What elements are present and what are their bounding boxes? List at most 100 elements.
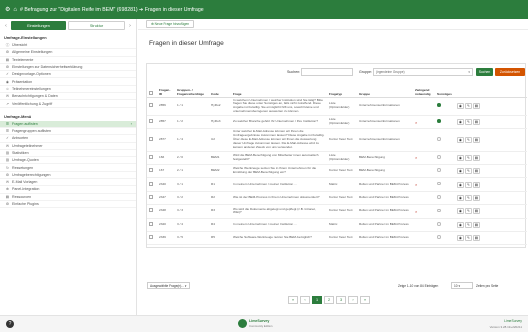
edit-icon[interactable]: ✎ <box>465 168 472 175</box>
settings-icon[interactable]: ⚙ <box>5 7 10 13</box>
eye-icon[interactable]: ◉ <box>457 194 464 201</box>
row-checkbox[interactable] <box>149 208 153 213</box>
page-button[interactable]: 1 <box>312 296 322 304</box>
row-checkbox[interactable] <box>149 154 153 159</box>
sidebar-item[interactable]: ▤ Textelemente <box>0 57 136 64</box>
delete-icon[interactable]: ▤ <box>473 103 480 110</box>
sidebar-item[interactable]: ▥ Statistiken <box>0 150 136 158</box>
search-input[interactable] <box>301 68 353 76</box>
column-header-other[interactable]: Sonstiges <box>435 80 455 98</box>
page-button[interactable]: » <box>360 296 370 304</box>
eye-icon[interactable]: ◉ <box>457 168 464 175</box>
row-checkbox[interactable] <box>149 221 153 226</box>
sidebar-item[interactable]: ☺ Teilnehmereinstellungen <box>0 86 136 94</box>
edit-icon[interactable]: ✎ <box>465 221 472 228</box>
sidebar-item[interactable]: ⓘ Übersicht <box>0 42 136 50</box>
table-row[interactable]: 2856 1 / 1 HyRo2 In welchem Unternehmen / w… <box>147 97 527 116</box>
table-row[interactable]: 2857 1 / 2 HyRo3 Zu welcher Branche gehört … <box>147 115 527 130</box>
sidebar-item[interactable]: ▤ Ressourcen <box>0 194 136 201</box>
eye-icon[interactable]: ◉ <box>457 136 464 143</box>
edit-icon[interactable]: ✎ <box>465 119 472 126</box>
row-checkbox[interactable] <box>149 195 153 200</box>
eye-icon[interactable]: ◉ <box>457 119 464 126</box>
edit-icon[interactable]: ✎ <box>465 235 472 242</box>
row-checkbox[interactable] <box>149 168 153 173</box>
column-header-mandatory[interactable]: Zwingend notwendig <box>413 80 435 98</box>
edit-icon[interactable]: ✎ <box>465 103 472 110</box>
tab-structure[interactable]: Struktur <box>68 21 125 30</box>
edit-icon[interactable]: ✎ <box>465 154 472 161</box>
edit-icon[interactable]: ✎ <box>465 181 472 188</box>
column-header-question[interactable]: Frage <box>231 80 327 98</box>
column-header-group[interactable]: Gruppe <box>357 80 413 98</box>
delete-icon[interactable]: ▤ <box>473 119 480 126</box>
eye-icon[interactable]: ◉ <box>457 235 464 242</box>
sidebar-item[interactable]: ⚙ Umfrageberechtigungen <box>0 172 136 180</box>
sidebar-item[interactable]: ☰ Fragen auflisten › <box>0 120 136 128</box>
page-button[interactable]: « <box>288 296 298 304</box>
column-header-id[interactable]: Fragen-ID <box>157 80 175 98</box>
group-select[interactable]: (irgendeine Gruppe) ▾ <box>373 68 473 76</box>
help-icon[interactable]: ? <box>6 320 14 328</box>
eye-icon[interactable]: ◉ <box>457 154 464 161</box>
column-header-order[interactable]: Gruppen- / Fragenreihenfolge <box>175 80 209 98</box>
page-size-select[interactable]: 10 ▾ <box>451 282 473 289</box>
sidebar-item[interactable]: ✉ Umfrageteilnehmer <box>0 143 136 150</box>
sidebar-item[interactable]: ⚙ Einstellungen zur Datensicherheitserklä… <box>0 64 136 72</box>
row-checkbox[interactable] <box>149 181 153 186</box>
table-row[interactable]: 2340 3 / 1 R1 In meinem Unternehmen / meine… <box>147 177 527 192</box>
chevron-left-icon[interactable]: ‹ <box>3 23 9 29</box>
page-button[interactable]: › <box>348 296 358 304</box>
table-row[interactable]: 2877 1 / 4 U2 Unter welcher E-Mail-Adresse … <box>147 128 527 152</box>
chevron-right-icon[interactable]: › <box>127 23 133 29</box>
brand-link[interactable]: LimeSurvey <box>504 319 522 323</box>
page-button[interactable]: ‹ <box>300 296 310 304</box>
sidebar-item[interactable]: ✉ E-Mail Vorlagen <box>0 179 136 187</box>
delete-icon[interactable]: ▤ <box>473 194 480 201</box>
delete-icon[interactable]: ▤ <box>473 168 480 175</box>
edit-icon[interactable]: ✎ <box>465 136 472 143</box>
search-button[interactable]: Suchen <box>476 68 493 76</box>
delete-icon[interactable]: ▤ <box>473 154 480 161</box>
sidebar-item[interactable]: ✓ Antworten <box>0 135 136 143</box>
breadcrumb[interactable]: # Befragung zur "Digitalen Reife im BEM"… <box>20 7 204 13</box>
row-checkbox[interactable] <box>149 103 153 108</box>
edit-icon[interactable]: ✎ <box>465 208 472 215</box>
page-button[interactable]: 2 <box>324 296 334 304</box>
eye-icon[interactable]: ◉ <box>457 221 464 228</box>
home-icon[interactable]: ⌂ <box>13 7 17 13</box>
eye-icon[interactable]: ◉ <box>457 103 464 110</box>
add-question-button[interactable]: ⊕ Neue Frage hinzufügen <box>146 20 195 28</box>
sidebar-item[interactable]: ▥ Umfrage-Quoten <box>0 157 136 165</box>
select-all-checkbox[interactable] <box>149 90 153 95</box>
row-checkbox[interactable] <box>149 235 153 240</box>
delete-icon[interactable]: ▤ <box>473 208 480 215</box>
row-checkbox[interactable] <box>149 119 153 124</box>
sidebar-item[interactable]: ↻ Ressetungen <box>0 164 136 172</box>
sidebar-item[interactable]: ⊕ Panel-Integration <box>0 186 136 194</box>
table-row[interactable]: 2347 3 / 2 R2 Wie ist der BEM-Prozess in Ih… <box>147 191 527 206</box>
sidebar-item[interactable]: ☰ Fragengruppen auflisten <box>0 128 136 136</box>
delete-icon[interactable]: ▤ <box>473 181 480 188</box>
delete-icon[interactable]: ▤ <box>473 221 480 228</box>
table-row[interactable]: 166 2 / 0 BEM1 Wird die BEM-Berechtigung vo… <box>147 151 527 166</box>
bulk-action-select[interactable]: Ausgewählte Frage(n)... ▾ <box>147 282 190 289</box>
table-row[interactable]: 2320 3 / 4 R4 In meinem Unternehmen / meine… <box>147 218 527 232</box>
delete-icon[interactable]: ▤ <box>473 235 480 242</box>
sidebar-item[interactable]: ⚙ Einfache Plugins <box>0 201 136 209</box>
edit-icon[interactable]: ✎ <box>465 194 472 201</box>
table-row[interactable]: 167 2 / 1 BEM2 Welche Werkzeuge setzen Sie … <box>147 164 527 179</box>
row-checkbox[interactable] <box>149 137 153 142</box>
table-row[interactable]: 2348 3 / 3 R3 Wo wird die Dokumente abgeleg… <box>147 204 527 219</box>
sidebar-item[interactable]: ✉ Benachrichtigungen & Daten <box>0 93 136 101</box>
table-row[interactable]: 2339 3 / 5 R5 Welche Software-Werkzeuge nut… <box>147 231 527 246</box>
column-header-code[interactable]: Code <box>209 80 231 98</box>
eye-icon[interactable]: ◉ <box>457 208 464 215</box>
sidebar-item[interactable]: ✓ Designvorlage-Optionen <box>0 71 136 79</box>
delete-icon[interactable]: ▤ <box>473 136 480 143</box>
reset-button[interactable]: Zurücksetzen <box>495 68 525 76</box>
page-button[interactable]: 3 <box>336 296 346 304</box>
sidebar-item[interactable]: ⚙ Allgemeine Einstellungen <box>0 49 136 57</box>
eye-icon[interactable]: ◉ <box>457 181 464 188</box>
sidebar-item[interactable]: ↗ Veröffentlichung & Zugriff <box>0 100 136 108</box>
